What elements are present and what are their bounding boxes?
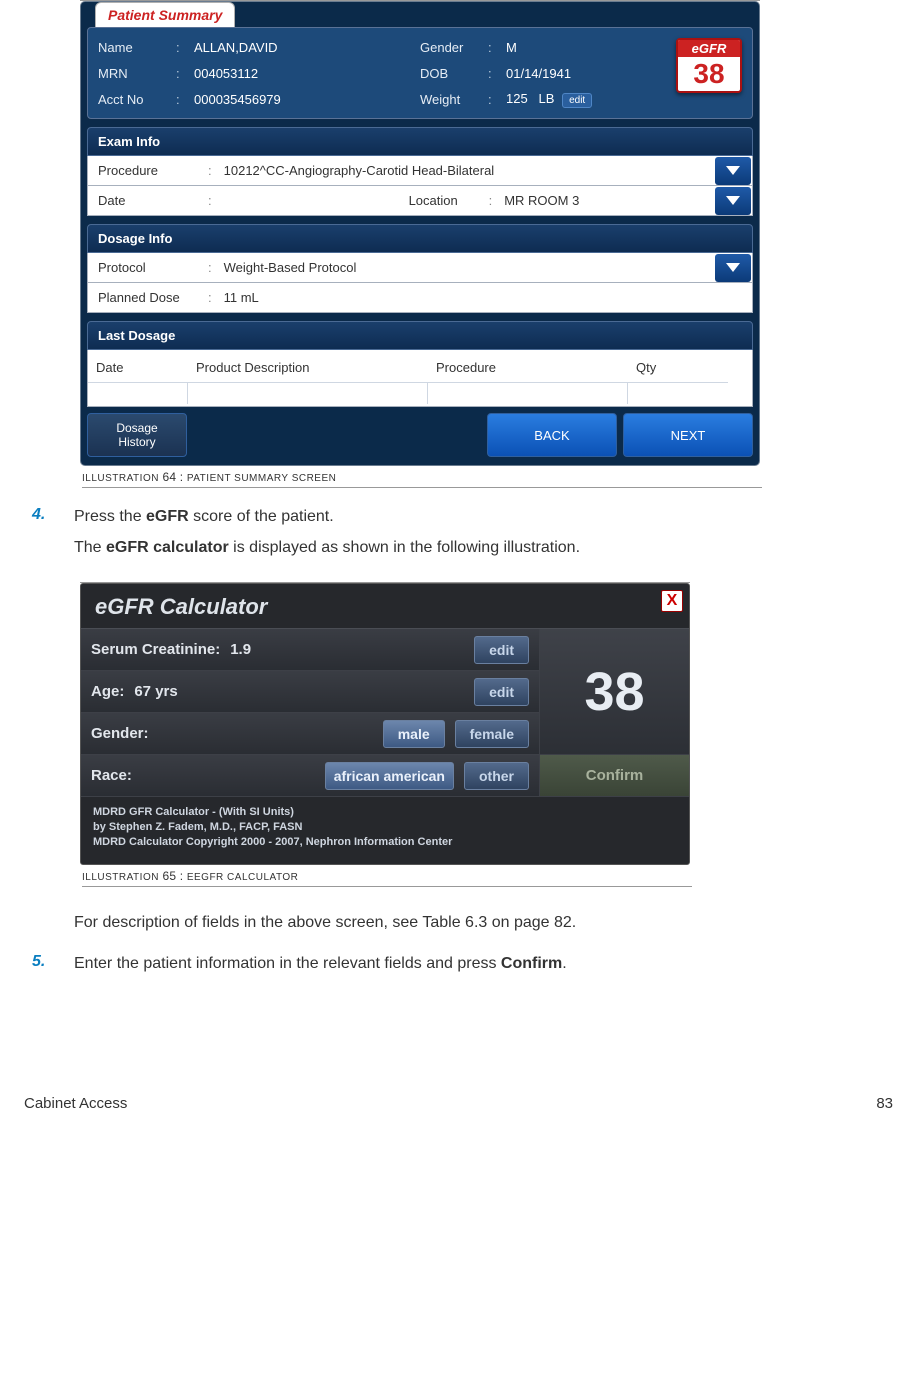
weight-edit-button[interactable]: edit	[562, 93, 592, 108]
patient-summary-panel: Name: ALLAN,DAVID MRN: 004053112 Acct No…	[87, 27, 753, 119]
procedure-dropdown-button[interactable]	[715, 157, 751, 185]
footer-bar: DosageHistory BACK NEXT	[87, 407, 753, 457]
table-row	[88, 380, 752, 406]
patient-summary-screen: Patient Summary Name: ALLAN,DAVID MRN: 0…	[80, 1, 760, 466]
step-5-number: 5.	[32, 953, 74, 975]
last-dosage-table: Date Product Description Procedure Qty	[87, 350, 753, 407]
egfr-calculated-score: 38	[540, 629, 689, 755]
chevron-down-icon	[726, 166, 740, 176]
field-acctno: Acct No: 000035456979	[98, 86, 420, 112]
field-mrn: MRN: 004053112	[98, 60, 420, 86]
gender-female-button[interactable]: female	[455, 720, 529, 748]
race-aa-button[interactable]: african american	[325, 762, 454, 790]
calculator-title: eGFR Calculator	[81, 584, 689, 629]
patient-summary-tab: Patient Summary	[95, 2, 235, 27]
step-4-number: 4.	[32, 506, 74, 528]
gender-row: Gender: male female	[81, 713, 539, 755]
age-row: Age: 67 yrs edit	[81, 671, 539, 713]
illustration-64-caption: Illustration 64 : Patient Summary screen	[82, 470, 762, 488]
field-name: Name: ALLAN,DAVID	[98, 34, 420, 60]
next-button[interactable]: NEXT	[623, 413, 753, 457]
egfr-badge-label: eGFR	[678, 40, 740, 57]
col-procedure: Procedure	[428, 360, 628, 375]
back-button[interactable]: BACK	[487, 413, 617, 457]
weight-value: 125	[506, 91, 528, 106]
chevron-down-icon	[726, 196, 740, 206]
protocol-row: Protocol: Weight-Based Protocol	[87, 253, 753, 283]
footer-section-title: Cabinet Access	[24, 1095, 127, 1112]
serum-edit-button[interactable]: edit	[474, 636, 529, 664]
illustration-65-caption: Illustration 65 : EeGFR Calculator	[82, 869, 692, 887]
exam-date-location-row: Date: Location: MR ROOM 3	[87, 186, 753, 216]
col-qty: Qty	[628, 360, 728, 375]
dosage-info-header: Dosage Info	[87, 224, 753, 253]
step-4-text: Press the eGFR score of the patient.	[74, 506, 897, 528]
weight-unit: LB	[539, 91, 555, 106]
gender-male-button[interactable]: male	[383, 720, 445, 748]
exam-info-header: Exam Info	[87, 127, 753, 156]
race-other-button[interactable]: other	[464, 762, 529, 790]
col-date: Date	[88, 360, 188, 375]
step-5-text: Enter the patient information in the rel…	[74, 953, 897, 975]
exam-location-value: MR ROOM 3	[498, 193, 709, 208]
race-row: Race: african american other	[81, 755, 539, 797]
chevron-down-icon	[726, 263, 740, 273]
egfr-calculator-screen: X eGFR Calculator Serum Creatinine: 1.9 …	[80, 583, 690, 865]
page-number: 83	[876, 1095, 893, 1112]
protocol-dropdown-button[interactable]	[715, 254, 751, 282]
location-dropdown-button[interactable]	[715, 187, 751, 215]
dosage-history-button[interactable]: DosageHistory	[87, 413, 187, 457]
egfr-badge[interactable]: eGFR 38	[676, 38, 742, 93]
confirm-button[interactable]: Confirm	[540, 755, 689, 797]
calculator-credits: MDRD GFR Calculator - (With SI Units) by…	[81, 797, 689, 858]
exam-procedure-row: Procedure: 10212^CC-Angiography-Carotid …	[87, 156, 753, 186]
step-4-detail: The eGFR calculator is displayed as show…	[74, 536, 897, 560]
serum-creatinine-row: Serum Creatinine: 1.9 edit	[81, 629, 539, 671]
close-button[interactable]: X	[661, 590, 683, 612]
last-dosage-header: Last Dosage	[87, 321, 753, 350]
egfr-badge-value: 38	[678, 57, 740, 91]
post-calc-text: For description of fields in the above s…	[74, 911, 897, 935]
planned-dose-row: Planned Dose: 11 mL	[87, 283, 753, 313]
col-product: Product Description	[188, 360, 428, 375]
age-edit-button[interactable]: edit	[474, 678, 529, 706]
